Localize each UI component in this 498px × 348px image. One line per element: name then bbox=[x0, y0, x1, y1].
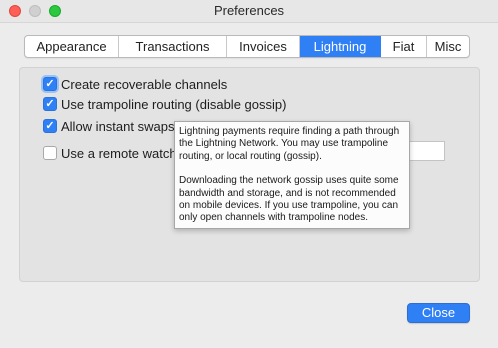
tab-fiat[interactable]: Fiat bbox=[381, 36, 427, 57]
tooltip: Lightning payments require finding a pat… bbox=[174, 121, 410, 229]
tab-misc[interactable]: Misc bbox=[427, 36, 469, 57]
close-button[interactable]: Close bbox=[407, 303, 470, 323]
tab-bar: Appearance Transactions Invoices Lightni… bbox=[24, 35, 470, 58]
trampoline-routing-label: Use trampoline routing (disable gossip) bbox=[61, 96, 287, 112]
checkmark-icon: ✓ bbox=[45, 98, 55, 110]
instant-swaps-label: Allow instant swaps bbox=[61, 118, 175, 134]
checkmark-icon: ✓ bbox=[45, 78, 55, 90]
tab-invoices[interactable]: Invoices bbox=[227, 36, 300, 57]
title-bar: Preferences bbox=[0, 0, 498, 23]
option-recoverable-channels[interactable]: ✓ Create recoverable channels bbox=[43, 76, 227, 92]
tab-transactions[interactable]: Transactions bbox=[119, 36, 227, 57]
trampoline-routing-checkbox[interactable]: ✓ bbox=[43, 97, 57, 111]
option-trampoline-routing[interactable]: ✓ Use trampoline routing (disable gossip… bbox=[43, 96, 286, 112]
option-instant-swaps[interactable]: ✓ Allow instant swaps bbox=[43, 118, 174, 134]
window-title: Preferences bbox=[213, 3, 285, 18]
tab-lightning[interactable]: Lightning bbox=[300, 36, 381, 57]
remote-watchtower-checkbox[interactable] bbox=[43, 146, 57, 160]
tooltip-paragraph-routing: Lightning payments require finding a pat… bbox=[179, 126, 400, 162]
checkmark-icon: ✓ bbox=[45, 120, 55, 132]
tooltip-paragraph-gossip: Downloading the network gossip uses quit… bbox=[179, 175, 399, 224]
recoverable-channels-checkbox[interactable]: ✓ bbox=[43, 77, 57, 91]
tab-appearance[interactable]: Appearance bbox=[25, 36, 119, 57]
recoverable-channels-label: Create recoverable channels bbox=[61, 76, 228, 92]
instant-swaps-checkbox[interactable]: ✓ bbox=[43, 119, 57, 133]
